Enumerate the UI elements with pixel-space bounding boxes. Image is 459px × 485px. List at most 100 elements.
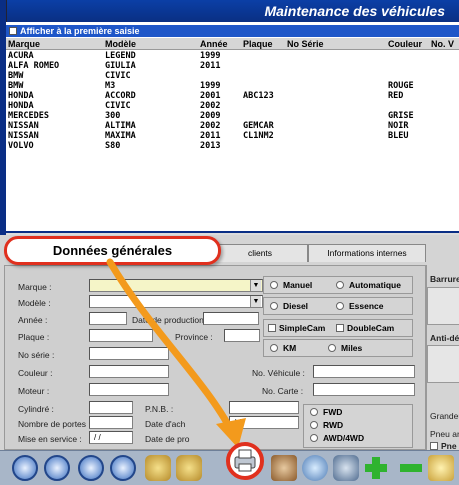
label-couleur: Couleur : [18, 368, 53, 378]
drive-group: FWD RWD AWD/4WD [303, 404, 413, 448]
col-couleur[interactable]: Couleur [388, 38, 422, 50]
chevron-down-icon[interactable]: ▼ [250, 296, 261, 307]
radio-circle[interactable] [270, 281, 278, 289]
tag-icon[interactable] [271, 455, 297, 481]
province-field[interactable] [224, 329, 260, 342]
fuel-group: Diesel Essence [263, 297, 413, 315]
col-marque[interactable]: Marque [8, 38, 40, 50]
label-annee: Année : [18, 315, 48, 325]
first-record-icon[interactable] [12, 455, 38, 481]
radio-essence[interactable]: Essence [336, 301, 384, 311]
cylindre-field[interactable] [89, 401, 133, 414]
tire-icon[interactable] [333, 455, 359, 481]
label-anti-dem: Anti-dém [430, 333, 459, 343]
window-title: Maintenance des véhicules [6, 0, 459, 22]
col-no-serie[interactable]: No Série [287, 38, 324, 50]
no-serie-field[interactable] [89, 347, 169, 360]
radio-awd-label: AWD/4WD [323, 433, 365, 443]
radio-diesel-label: Diesel [283, 301, 309, 311]
plaque-field[interactable] [89, 329, 153, 342]
table-cell: 2013 [200, 141, 221, 151]
radio-circle[interactable] [270, 302, 278, 310]
mise-en-service-field[interactable]: / / [89, 431, 133, 444]
checkbox-doublecam[interactable]: DoubleCam [336, 323, 394, 333]
date-production-field[interactable] [203, 312, 259, 325]
search-icon[interactable] [302, 455, 328, 481]
next-record-icon[interactable] [78, 455, 104, 481]
col-annee[interactable]: Année [200, 38, 228, 50]
col-plaque[interactable]: Plaque [243, 38, 273, 50]
label-modele: Modèle : [18, 298, 51, 308]
label-no-vehicule: No. Véhicule : [252, 368, 305, 378]
modele-select[interactable]: ▼ [89, 295, 263, 308]
printer-icon [234, 449, 256, 472]
list-header: Marque Modèle Année Plaque No Série Coul… [6, 38, 459, 50]
previous-record-icon[interactable] [44, 455, 70, 481]
checkbox-doublecam-label: DoubleCam [347, 323, 395, 333]
no-carte-field[interactable] [313, 383, 415, 396]
app-window: Maintenance des véhicules Afficher à la … [0, 0, 459, 485]
radio-circle[interactable] [336, 281, 344, 289]
vehicle-list[interactable]: Afficher à la première saisie Marque Mod… [6, 22, 459, 233]
radio-circle[interactable] [310, 434, 318, 442]
checkbox-box[interactable] [336, 324, 344, 332]
checkbox-box[interactable] [268, 324, 276, 332]
tab-clients[interactable]: clients [212, 244, 308, 262]
radio-circle[interactable] [310, 408, 318, 416]
remove-icon[interactable] [398, 455, 424, 481]
print-button[interactable] [226, 442, 264, 480]
col-no-v[interactable]: No. V [431, 38, 454, 50]
label-nombre-portes: Nombre de portes : [18, 419, 91, 429]
save-icon[interactable] [428, 455, 454, 481]
general-data-tab-callout[interactable]: Données générales [4, 236, 221, 265]
tools-icon[interactable] [176, 455, 202, 481]
radio-rwd[interactable]: RWD [310, 420, 343, 430]
radio-automatique[interactable]: Automatique [336, 280, 401, 290]
nombre-portes-field[interactable] [89, 416, 133, 429]
checkbox-box[interactable] [430, 442, 438, 450]
col-modele[interactable]: Modèle [105, 38, 136, 50]
pnb-field[interactable] [229, 401, 299, 414]
right-side-panel: Barrure Anti-dém Grandeur Pneu arr Pne [426, 265, 459, 451]
add-icon[interactable] [363, 455, 389, 481]
unit-group: KM Miles [263, 339, 413, 357]
couleur-field[interactable] [89, 365, 169, 378]
show-first-entry-checkbox[interactable]: Afficher à la première saisie [6, 25, 459, 37]
radio-miles[interactable]: Miles [328, 343, 362, 353]
table-cell: VOLVO [8, 141, 34, 151]
label-no-carte: No. Carte : [262, 386, 304, 396]
radio-fwd[interactable]: FWD [310, 407, 342, 417]
label-barrure: Barrure [430, 274, 459, 284]
date-achat-field[interactable]: / / [229, 416, 299, 429]
label-date-achat: Date d'ach [145, 419, 186, 429]
radio-manuel[interactable]: Manuel [270, 280, 312, 290]
radio-circle[interactable] [328, 344, 336, 352]
table-row[interactable]: VOLVO S80 2013 [6, 141, 459, 152]
label-date-production: Date de production : [132, 315, 209, 325]
marque-select[interactable]: ▼ [89, 279, 263, 292]
radio-diesel[interactable]: Diesel [270, 301, 308, 311]
cam-group: SimpleCam DoubleCam [263, 319, 413, 337]
label-grandeur: Grandeur [430, 411, 459, 421]
checkbox-simplecam[interactable]: SimpleCam [268, 323, 325, 333]
radio-circle[interactable] [270, 344, 278, 352]
radio-circle[interactable] [310, 421, 318, 429]
annee-field[interactable] [89, 312, 127, 325]
chevron-down-icon[interactable]: ▼ [250, 280, 261, 291]
last-record-icon[interactable] [110, 455, 136, 481]
label-marque: Marque : [18, 282, 52, 292]
settings-icon[interactable] [145, 455, 171, 481]
no-vehicule-field[interactable] [313, 365, 415, 378]
radio-essence-label: Essence [349, 301, 384, 311]
label-no-serie: No série : [18, 350, 55, 360]
checkbox-simplecam-label: SimpleCam [279, 323, 326, 333]
tab-informations-internes[interactable]: Informations internes [308, 244, 426, 262]
table-cell: S80 [105, 141, 121, 151]
radio-circle[interactable] [336, 302, 344, 310]
radio-awd[interactable]: AWD/4WD [310, 433, 364, 443]
moteur-field[interactable] [89, 383, 169, 396]
radio-km[interactable]: KM [270, 343, 296, 353]
label-pnb: P.N.B. : [145, 404, 174, 414]
label-plaque: Plaque : [18, 332, 50, 342]
checkbox-box[interactable] [9, 27, 17, 35]
